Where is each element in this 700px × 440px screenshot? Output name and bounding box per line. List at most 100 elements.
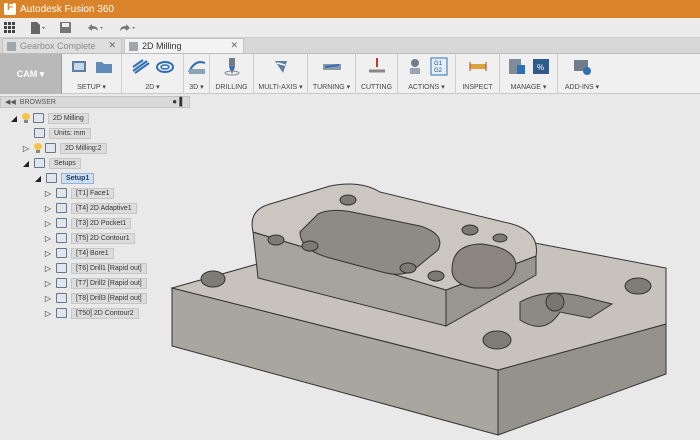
tab-gearbox-complete[interactable]: Gearbox Complete ✕	[2, 38, 122, 53]
contour-op-icon	[56, 308, 67, 318]
bore-pocket	[451, 243, 517, 289]
cutting-label: CUTTING	[360, 84, 393, 91]
operation-item[interactable]: ▷ [T8] Drill3 [Rapid out]	[44, 292, 147, 304]
3d-group[interactable]: 3D ▾	[184, 54, 210, 94]
expand-triangle-icon	[22, 128, 30, 138]
operation-item[interactable]: ▷ [T1] Face1	[44, 187, 115, 199]
pocket-op-icon	[56, 218, 67, 228]
tab-2d-milling[interactable]: 2D Milling ✕	[124, 38, 244, 53]
turning-label: TURNING ▾	[312, 84, 351, 91]
drilling-label: DRILLING	[215, 84, 248, 91]
document-icon	[129, 41, 138, 51]
save-icon[interactable]	[56, 20, 76, 36]
svg-text:%: %	[537, 63, 544, 72]
inspect-label: INSPECT	[462, 84, 493, 91]
tree-item-label: [T8] Drill3 [Rapid out]	[71, 292, 147, 304]
expand-triangle-icon[interactable]: ◢	[22, 158, 30, 168]
add-ins-label: ADD-INS ▾	[564, 84, 600, 91]
tree-item-label: Setup1	[61, 172, 95, 184]
3d-label: 3D ▾	[189, 84, 204, 91]
templates-icon: %	[532, 59, 549, 74]
manage-group[interactable]: % MANAGE ▾	[500, 54, 558, 94]
visibility-bulb-icon[interactable]	[34, 143, 42, 153]
manage-label: MANAGE ▾	[510, 84, 547, 91]
boss-hole	[267, 234, 285, 246]
operation-item[interactable]: ▷ [T3] 2D Pocket1	[44, 217, 132, 229]
tree-item-label: [T1] Face1	[71, 187, 115, 199]
adaptive-op-icon	[56, 203, 67, 213]
operation-item[interactable]: ▷ [T5] 2D Contour1	[44, 232, 135, 244]
boss-hole	[461, 224, 479, 236]
expand-triangle-icon[interactable]: ▷	[44, 263, 52, 273]
file-icon[interactable]	[26, 20, 50, 36]
cutting-group[interactable]: CUTTING	[356, 54, 398, 94]
turning-group[interactable]: TURNING ▾	[308, 54, 356, 94]
tree-item-label: 2D Milling	[48, 112, 89, 124]
setup-icon	[46, 173, 57, 183]
cutting-icon	[368, 58, 385, 73]
redo-icon[interactable]	[114, 20, 140, 36]
operation-item[interactable]: ▷ [T4] 2D Adaptive1	[44, 202, 137, 214]
browser-pin-icon[interactable]: ● ▌	[172, 97, 185, 106]
corner-hole	[624, 277, 652, 295]
expand-triangle-icon[interactable]: ▷	[44, 188, 52, 198]
tree-item-units[interactable]: Units: mm	[22, 127, 91, 139]
expand-triangle-icon[interactable]: ▷	[22, 143, 30, 153]
add-ins-group[interactable]: ADD-INS ▾	[558, 54, 606, 94]
drilling-group[interactable]: DRILLING	[210, 54, 254, 94]
expand-triangle-icon[interactable]: ▷	[44, 203, 52, 213]
gcode-line-2: G2	[434, 68, 443, 74]
tree-item-root[interactable]: ◢ 2D Milling	[10, 112, 89, 124]
multi-axis-group[interactable]: MULTI-AXIS ▾	[254, 54, 308, 94]
tree-item-setup1[interactable]: ◢ Setup1	[34, 172, 95, 184]
turning-icon	[322, 64, 341, 70]
fusion-app-icon	[4, 2, 16, 15]
2d-group[interactable]: 2D ▾	[122, 54, 184, 94]
expand-triangle-icon[interactable]: ▷	[44, 218, 52, 228]
workspace-switcher[interactable]: CAM ▾	[0, 54, 62, 94]
setups-folder-icon	[34, 158, 45, 168]
expand-triangle-icon[interactable]: ▷	[44, 293, 52, 303]
grid-icon[interactable]	[0, 20, 20, 36]
tree-item-label: [T4] Bore1	[71, 247, 114, 259]
tree-item-setups[interactable]: ◢ Setups	[22, 157, 81, 169]
operation-item[interactable]: ▷ [T50] 2D Contour2	[44, 307, 139, 319]
units-doc-icon	[34, 128, 45, 138]
operation-item[interactable]: ▷ [T4] Bore1	[44, 247, 114, 259]
tree-item-label: Units: mm	[49, 127, 91, 139]
browser-header[interactable]: ◀◀ BROWSER ● ▌	[0, 96, 190, 108]
folder-icon	[95, 62, 112, 73]
2d-label: 2D ▾	[145, 84, 160, 91]
setup-group[interactable]: SETUP ▾	[62, 54, 122, 94]
operation-item[interactable]: ▷ [T6] Drill1 [Rapid out]	[44, 262, 147, 274]
expand-triangle-icon[interactable]: ▷	[44, 248, 52, 258]
expand-triangle-icon[interactable]: ▷	[44, 308, 52, 318]
tree-item-component[interactable]: ▷ 2D Milling:2	[22, 142, 107, 154]
corner-hole	[482, 330, 512, 350]
title-bar: Autodesk Fusion 360	[0, 0, 700, 18]
operation-item[interactable]: ▷ [T7] Drill2 [Rapid out]	[44, 277, 147, 289]
drill-op-icon	[56, 263, 67, 273]
undo-icon[interactable]	[82, 20, 108, 36]
visibility-bulb-icon[interactable]	[22, 113, 30, 123]
expand-triangle-icon[interactable]: ▷	[44, 233, 52, 243]
add-ins-icon	[574, 60, 591, 75]
3d-icon	[187, 61, 205, 74]
2d-face-icon	[131, 59, 150, 74]
close-icon[interactable]: ✕	[230, 40, 238, 51]
actions-group[interactable]: G1 G2 ACTIONS ▾	[398, 54, 456, 94]
close-icon[interactable]: ✕	[108, 40, 116, 51]
inspect-group[interactable]: INSPECT	[456, 54, 500, 94]
browser-collapse-icon[interactable]: ◀◀	[5, 98, 16, 106]
2d-adaptive-icon	[155, 61, 174, 73]
tree-item-label: 2D Milling:2	[60, 142, 107, 154]
browser-title: BROWSER	[19, 98, 56, 106]
expand-triangle-icon[interactable]: ◢	[10, 113, 18, 123]
multi-axis-label: MULTI-AXIS ▾	[258, 84, 303, 91]
expand-triangle-icon[interactable]: ◢	[34, 173, 42, 183]
drill-op-icon	[56, 293, 67, 303]
app-title: Autodesk Fusion 360	[20, 3, 114, 15]
boss-hole	[301, 240, 319, 252]
expand-triangle-icon[interactable]: ▷	[44, 278, 52, 288]
tab-label: Gearbox Complete	[20, 41, 96, 51]
